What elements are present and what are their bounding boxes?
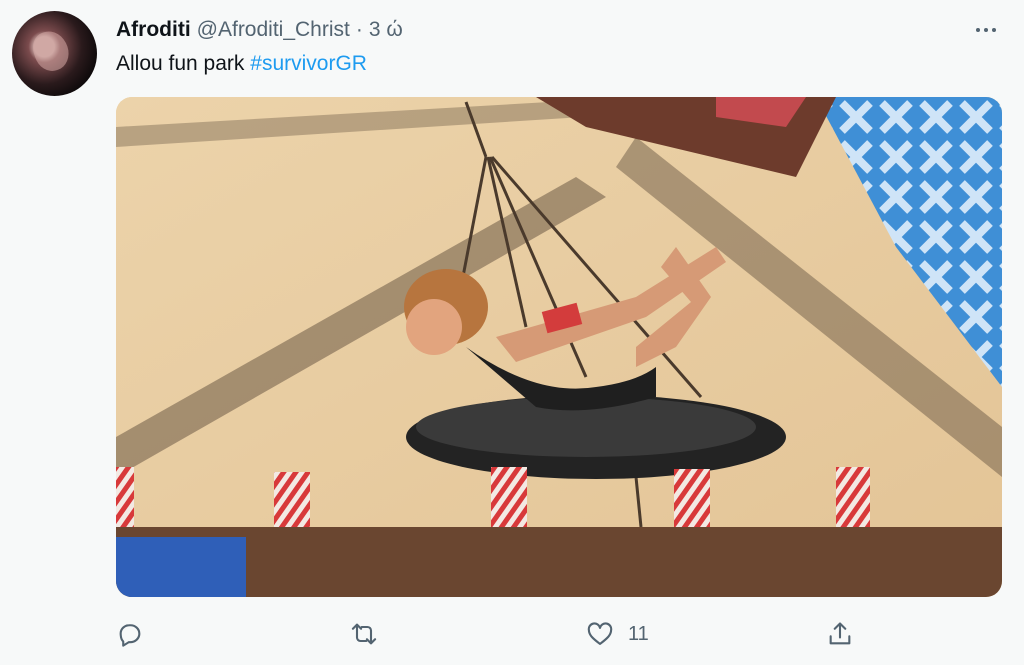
tweet-header: Afroditi @Afroditi_Christ · 3 ώ: [116, 16, 403, 44]
share-button[interactable]: [826, 614, 854, 654]
tweet-actions: 11: [116, 614, 876, 654]
like-count: 11: [628, 622, 649, 645]
like-button[interactable]: 11: [586, 614, 649, 654]
tweet[interactable]: Afroditi @Afroditi_Christ · 3 ώ Allou fu…: [0, 0, 1024, 665]
display-name[interactable]: Afroditi: [116, 18, 191, 42]
share-icon: [829, 622, 851, 645]
avatar[interactable]: [12, 11, 97, 96]
user-handle[interactable]: @Afroditi_Christ: [197, 18, 350, 42]
more-dots-icon: [976, 28, 980, 32]
reply-button[interactable]: [116, 614, 158, 654]
media-image: [116, 97, 1002, 597]
more-options-button[interactable]: [966, 16, 1006, 44]
tweet-media[interactable]: [116, 97, 1002, 597]
heart-icon: [587, 622, 613, 645]
retweet-icon: [351, 623, 377, 645]
tweet-text-plain: Allou fun park: [116, 52, 245, 75]
timestamp[interactable]: 3 ώ: [369, 18, 403, 42]
tweet-text: Allou fun park #survivorGR: [116, 52, 367, 76]
hashtag-link[interactable]: #survivorGR: [250, 52, 367, 75]
separator-dot: ·: [355, 18, 363, 41]
reply-icon: [119, 624, 141, 647]
retweet-button[interactable]: [350, 614, 392, 654]
